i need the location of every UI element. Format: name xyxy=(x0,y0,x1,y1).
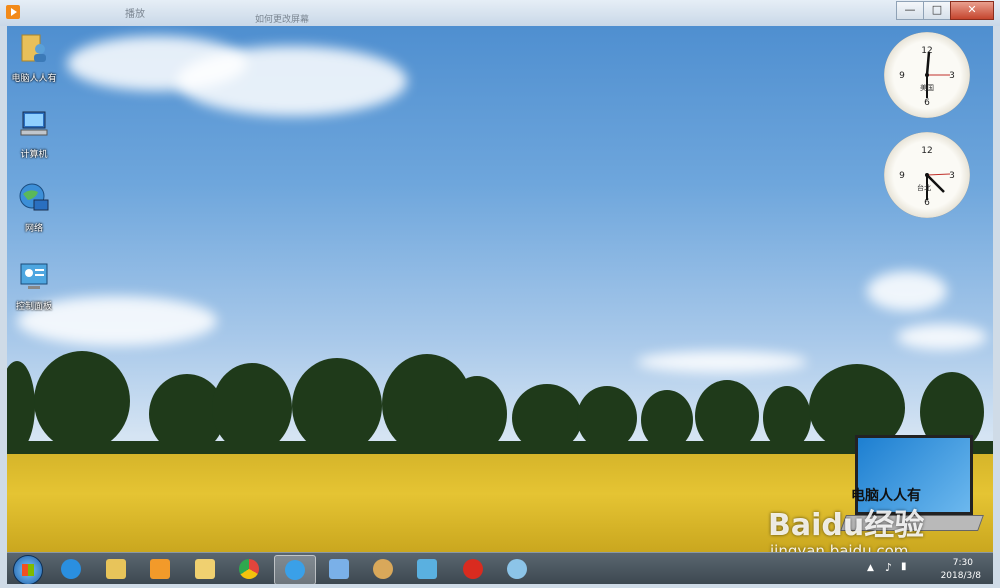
window-controls: — □ ✕ xyxy=(896,1,994,20)
window-titlebar: 播放 如何更改屏幕 — □ ✕ xyxy=(0,0,1000,27)
chess-icon xyxy=(463,559,483,579)
baidu-watermark: Baidu经验 xyxy=(768,508,925,543)
network-icon xyxy=(19,183,49,211)
taskbar-item-browser[interactable] xyxy=(274,555,316,585)
svg-text:9: 9 xyxy=(899,71,905,81)
window-title: 播放 xyxy=(125,9,145,20)
desktop-icon-network[interactable]: 网络 xyxy=(7,182,64,234)
ie-icon xyxy=(61,559,81,579)
svg-text:3: 3 xyxy=(949,71,955,81)
taskbar-item-settings-app[interactable] xyxy=(497,555,537,583)
desktop-icon-label: 网络 xyxy=(24,224,43,234)
window-subtitle: 如何更改屏幕 xyxy=(255,15,310,25)
svg-text:6: 6 xyxy=(924,98,930,108)
desktop-icon-user-folder[interactable]: 电脑人人有 xyxy=(7,32,64,84)
control-panel-icon xyxy=(20,263,48,289)
remote-desktop-icon xyxy=(417,559,437,579)
svg-text:3: 3 xyxy=(949,171,955,181)
maximize-button[interactable]: □ xyxy=(923,1,951,20)
paint-icon xyxy=(373,559,393,579)
minimize-button[interactable]: — xyxy=(896,1,924,20)
explorer-folder-icon xyxy=(106,559,126,579)
volume-icon[interactable]: ♪ xyxy=(885,561,892,574)
folder-icon xyxy=(195,559,215,579)
desktop-icon-label: 计算机 xyxy=(20,150,48,160)
desktop[interactable]: 电脑人人有 计算机 网络 控制面板 12 6 9 3 美国 12 6 9 3 台北 xyxy=(7,26,993,552)
clock-face-icon: 12 6 9 3 美国 xyxy=(899,46,955,108)
desktop-icon-computer[interactable]: 计算机 xyxy=(7,108,64,160)
system-tray: ▲ ♪ ▮ 7:30 2018/3/8 xyxy=(865,555,985,583)
desktop-icon-label: 控制面板 xyxy=(15,302,52,312)
svg-text:12: 12 xyxy=(921,46,932,56)
clock-gadget-1[interactable]: 12 6 9 3 美国 xyxy=(884,32,970,118)
taskbar-item-document[interactable] xyxy=(319,555,359,583)
clock-gadget-2[interactable]: 12 6 93 台北 xyxy=(884,132,970,218)
clock-1-label: 美国 xyxy=(920,83,934,92)
window-frame-bottom xyxy=(0,584,1000,588)
cloud xyxy=(867,271,947,311)
clock-2-label: 台北 xyxy=(917,183,931,192)
taskbar-item-explorer[interactable] xyxy=(96,555,136,583)
taskbar-item-media-player[interactable] xyxy=(140,555,180,583)
window-frame-left xyxy=(0,26,7,588)
svg-text:12: 12 xyxy=(921,146,932,156)
taskbar-item-folder[interactable] xyxy=(185,555,225,583)
desktop-icon-label: 电脑人人有 xyxy=(11,74,57,84)
tray-date[interactable]: 2018/3/8 xyxy=(941,571,981,581)
browser-icon xyxy=(285,560,305,580)
taskbar-item-remote-desktop[interactable] xyxy=(407,555,447,583)
chrome-icon xyxy=(239,559,259,579)
computer-icon xyxy=(20,111,48,136)
tree-line xyxy=(7,351,993,456)
document-icon xyxy=(329,559,349,579)
taskbar-item-chrome[interactable] xyxy=(229,555,269,583)
tray-time[interactable]: 7:30 xyxy=(953,558,973,568)
user-folder-icon xyxy=(21,34,46,62)
media-player-icon xyxy=(150,559,170,579)
taskbar-item-chess[interactable] xyxy=(453,555,493,583)
cloud xyxy=(177,46,407,116)
svg-text:9: 9 xyxy=(899,171,905,181)
close-button[interactable]: ✕ xyxy=(950,1,994,20)
taskbar-item-ie[interactable] xyxy=(51,555,91,583)
desktop-icon-control-panel[interactable]: 控制面板 xyxy=(7,260,64,312)
taskbar: ▲ ♪ ▮ 7:30 2018/3/8 xyxy=(7,552,993,585)
tray-expand-icon[interactable]: ▲ xyxy=(867,563,874,573)
network-tray-icon[interactable]: ▮ xyxy=(901,561,907,572)
taskbar-item-paint[interactable] xyxy=(363,555,403,583)
clock-face-icon: 126 93 台北 xyxy=(899,146,955,208)
start-button[interactable] xyxy=(13,555,43,585)
window-frame-right xyxy=(993,26,1000,588)
settings-app-icon xyxy=(507,559,527,579)
media-player-app-icon xyxy=(6,5,20,19)
